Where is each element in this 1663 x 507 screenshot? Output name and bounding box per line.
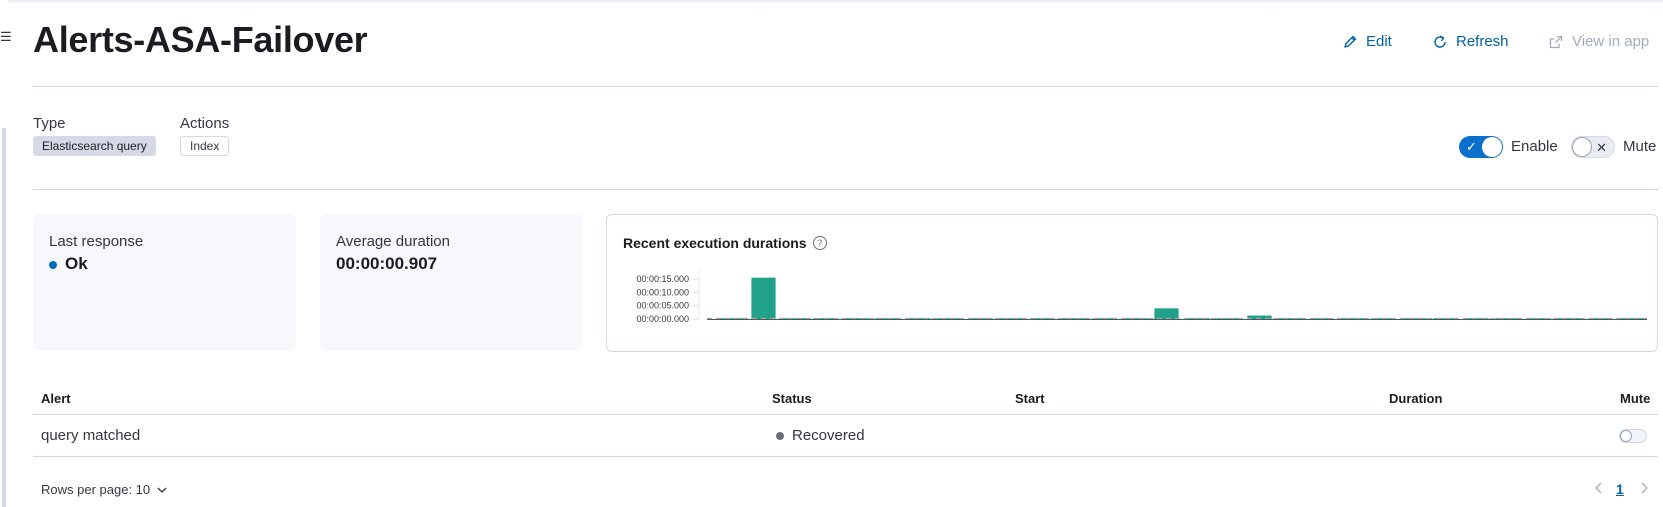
- switch-knob: [1620, 430, 1632, 442]
- cross-icon: ✕: [1596, 140, 1607, 155]
- column-header-status[interactable]: Status: [772, 391, 812, 406]
- details-divider: [33, 189, 1658, 190]
- pencil-icon: [1344, 35, 1357, 48]
- rows-per-page-label: Rows per page: 10: [41, 482, 151, 497]
- last-response-label: Last response: [49, 233, 144, 250]
- average-duration-value: 00:00:00.907: [336, 254, 438, 273]
- type-badge: Elasticsearch query: [33, 136, 156, 156]
- y-tick-label: 00:00:15.000: [636, 274, 689, 284]
- last-response-panel: Last response Ok: [33, 214, 296, 351]
- view-in-app-label: View in app: [1572, 33, 1650, 50]
- view-in-app-button[interactable]: View in app: [1548, 33, 1649, 50]
- enable-switch[interactable]: ✓: [1459, 136, 1503, 158]
- duration-bar: [1154, 308, 1179, 319]
- page-title: Alerts-ASA-Failover: [33, 19, 368, 60]
- menu-icon[interactable]: ☰: [0, 29, 12, 45]
- y-tick-label: 00:00:05.000: [636, 301, 689, 311]
- y-tick-label: 00:00:00.000: [636, 314, 689, 324]
- alert-name-cell: query matched: [41, 427, 141, 444]
- mute-label: Mute: [1623, 138, 1657, 155]
- left-rail-bar: [2, 128, 6, 507]
- next-page-button[interactable]: [1638, 481, 1650, 498]
- execution-durations-panel: Recent execution durations? 00:00:15.000…: [606, 214, 1658, 352]
- mute-switch[interactable]: ✕: [1571, 136, 1615, 158]
- table-header-divider: [33, 414, 1658, 415]
- column-header-duration[interactable]: Duration: [1389, 391, 1442, 406]
- rows-per-page-button[interactable]: Rows per page: 10: [41, 482, 168, 497]
- status-text: Recovered: [792, 427, 865, 444]
- check-icon: ✓: [1466, 139, 1477, 154]
- edit-button[interactable]: Edit: [1342, 33, 1392, 50]
- switch-knob: [1482, 137, 1502, 157]
- top-shadow: [0, 0, 1663, 4]
- page-1-button[interactable]: 1: [1616, 481, 1624, 497]
- average-duration-panel: Average duration 00:00:00.907: [320, 214, 582, 351]
- header-divider: [33, 86, 1658, 87]
- type-label: Type: [33, 115, 66, 132]
- status-cell: Recovered: [776, 427, 865, 444]
- duration-bar: [751, 277, 776, 319]
- action-badge: Index: [180, 136, 230, 156]
- status-dot: [49, 260, 57, 269]
- chevron-left-icon: [1595, 482, 1602, 494]
- left-rail: [0, 0, 8, 507]
- last-response-text: Ok: [65, 254, 88, 273]
- table-row-divider: [33, 456, 1658, 457]
- refresh-label: Refresh: [1456, 33, 1509, 50]
- external-link-icon: [1549, 35, 1563, 48]
- execution-durations-chart: 00:00:15.000 00:00:10.000 00:00:05.000 00:0…: [636, 269, 1647, 324]
- column-header-alert[interactable]: Alert: [41, 391, 71, 406]
- last-response-value: Ok: [49, 254, 88, 274]
- edit-label: Edit: [1366, 33, 1392, 50]
- chevron-down-icon: [157, 487, 167, 493]
- actions-label: Actions: [180, 115, 230, 132]
- previous-page-button[interactable]: [1593, 481, 1605, 498]
- chevron-right-icon: [1641, 482, 1648, 494]
- column-header-mute[interactable]: Mute: [1620, 391, 1650, 406]
- status-dot: [776, 432, 784, 441]
- column-header-start[interactable]: Start: [1015, 391, 1045, 406]
- row-mute-switch[interactable]: [1619, 429, 1647, 443]
- enable-label: Enable: [1511, 138, 1558, 155]
- refresh-button[interactable]: Refresh: [1432, 33, 1509, 50]
- refresh-icon: [1434, 34, 1446, 48]
- average-duration-label: Average duration: [336, 233, 450, 250]
- y-tick-label: 00:00:10.000: [636, 287, 689, 297]
- switch-knob: [1572, 137, 1592, 157]
